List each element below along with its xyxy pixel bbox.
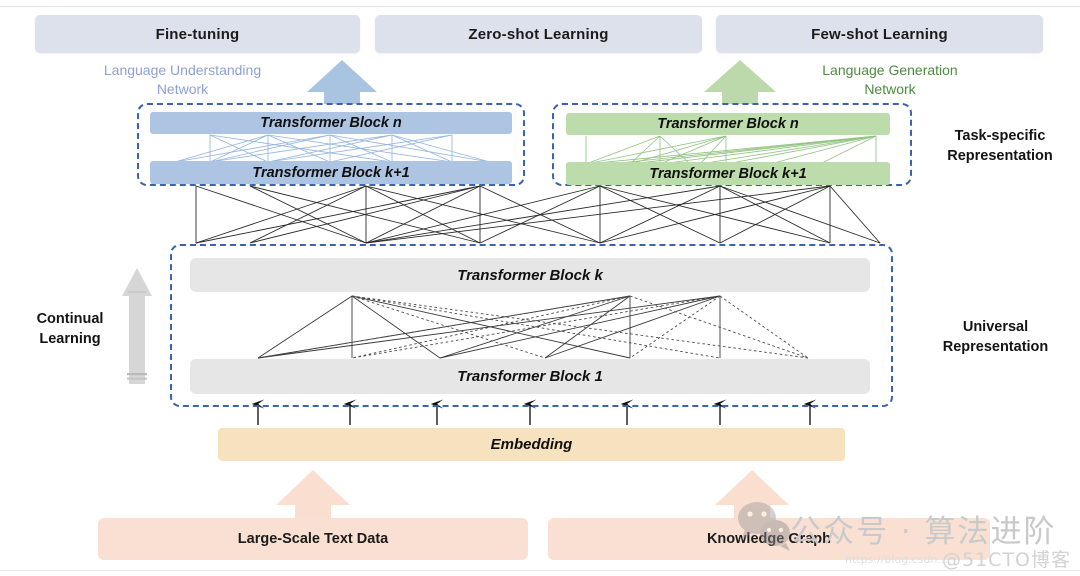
lgn-line-1: Language Generation: [822, 62, 958, 78]
block-label: Transformer Block k+1: [252, 164, 410, 181]
lun-line-1: Language Understanding: [103, 62, 262, 78]
knowledge-graph-arrow: [715, 470, 789, 522]
universal-representation-label: Universal Representation: [918, 318, 1073, 357]
text-data-arrow: [276, 470, 350, 522]
diagram-canvas: Fine-tuning Zero-shot Learning Few-shot …: [0, 0, 1080, 576]
universal-transformer-block-k[interactable]: Transformer Block k: [190, 258, 870, 292]
green-transformer-block-n[interactable]: Transformer Block n: [566, 113, 890, 135]
ur-line-1: Universal: [962, 319, 1029, 335]
embedding-bar[interactable]: Embedding: [218, 428, 845, 461]
block-label: Transformer Block n: [260, 115, 402, 131]
data-source-large-scale-text[interactable]: Large-Scale Text Data: [98, 518, 528, 560]
block-label: Transformer Block k+1: [649, 165, 807, 182]
task-box-label: Zero-shot Learning: [468, 25, 609, 43]
universal-transformer-block-1[interactable]: Transformer Block 1: [190, 359, 870, 394]
ur-line-2: Representation: [942, 338, 1049, 355]
language-generation-network-label: Language Generation Network: [790, 61, 990, 99]
language-understanding-network-label: Language Understanding Network: [75, 61, 290, 99]
embedding-label: Embedding: [490, 436, 573, 453]
blue-transformer-block-n[interactable]: Transformer Block n: [150, 112, 512, 134]
continual-learning-arrow: [122, 268, 152, 384]
lun-line-2: Network: [156, 80, 209, 97]
task-box-few-shot[interactable]: Few-shot Learning: [716, 15, 1043, 53]
blue-transformer-block-k1[interactable]: Transformer Block k+1: [150, 161, 512, 184]
task-box-zero-shot[interactable]: Zero-shot Learning: [375, 15, 702, 53]
data-source-label: Large-Scale Text Data: [237, 531, 389, 547]
blue-up-arrow: [307, 60, 377, 104]
data-source-knowledge-graph[interactable]: Knowledge Graph: [548, 518, 990, 560]
task-box-label: Fine-tuning: [155, 25, 240, 43]
top-divider: [0, 6, 1080, 7]
lgn-line-2: Network: [864, 80, 916, 97]
block-label: Transformer Block n: [657, 116, 799, 132]
continual-learning-label: Continual Learning: [20, 310, 120, 349]
data-source-label: Knowledge Graph: [706, 531, 832, 547]
task-box-label: Few-shot Learning: [811, 25, 948, 43]
task-box-fine-tuning[interactable]: Fine-tuning: [35, 15, 360, 53]
block-label: Transformer Block k: [457, 266, 603, 284]
bottom-divider: [0, 570, 1080, 571]
green-up-arrow: [704, 60, 776, 104]
task-specific-representation-label: Task-specific Representation: [925, 127, 1075, 166]
block-label: Transformer Block 1: [457, 368, 603, 385]
cl-line-2: Learning: [39, 330, 101, 347]
tsr-line-1: Task-specific: [954, 128, 1046, 144]
cross-connections: [195, 185, 881, 244]
tsr-line-2: Representation: [947, 147, 1053, 164]
embedding-feed-arrows: [251, 399, 817, 425]
cl-line-1: Continual: [36, 311, 104, 327]
green-transformer-block-k1[interactable]: Transformer Block k+1: [566, 162, 890, 185]
